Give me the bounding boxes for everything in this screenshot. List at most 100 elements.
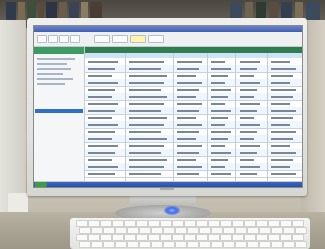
- keyboard-key[interactable]: [172, 234, 184, 241]
- table-cell: [177, 103, 202, 105]
- keyboard-key[interactable]: [259, 241, 271, 248]
- table-row[interactable]: [85, 170, 302, 178]
- keyboard-key[interactable]: [100, 220, 112, 227]
- keyboard-key[interactable]: [103, 241, 115, 248]
- keyboard-key[interactable]: [184, 220, 196, 227]
- keyboard-key[interactable]: [160, 234, 172, 241]
- keyboard-key[interactable]: [280, 220, 292, 227]
- table-cell: [240, 68, 257, 70]
- keyboard-key[interactable]: [208, 220, 220, 227]
- keyboard-key[interactable]: [79, 227, 91, 234]
- keyboard-key[interactable]: [76, 234, 88, 241]
- keyboard-key[interactable]: [244, 234, 256, 241]
- keyboard-key[interactable]: [163, 227, 175, 234]
- keyboard-key[interactable]: [187, 241, 199, 248]
- keyboard-key[interactable]: [136, 220, 148, 227]
- keyboard-key[interactable]: [232, 220, 244, 227]
- keyboard-key[interactable]: [139, 241, 151, 248]
- keyboard-key[interactable]: [235, 241, 247, 248]
- toolbar-button[interactable]: [59, 35, 69, 43]
- keyboard-key[interactable]: [283, 241, 295, 248]
- keyboard-key[interactable]: [211, 227, 223, 234]
- sidebar-item[interactable]: [37, 63, 67, 65]
- keyboard-key[interactable]: [223, 241, 235, 248]
- keyboard-key[interactable]: [112, 234, 124, 241]
- keyboard-key[interactable]: [151, 241, 163, 248]
- sidebar-item-selected[interactable]: [35, 109, 83, 113]
- sidebar-item[interactable]: [37, 58, 75, 60]
- keyboard-key[interactable]: [247, 227, 259, 234]
- keyboard-key[interactable]: [283, 227, 295, 234]
- keyboard-key[interactable]: [115, 227, 127, 234]
- table-cell: [177, 166, 202, 168]
- keyboard-key[interactable]: [295, 241, 307, 248]
- keyboard-key[interactable]: [256, 234, 268, 241]
- toolbar-button[interactable]: [130, 35, 146, 43]
- keyboard-key[interactable]: [76, 220, 88, 227]
- keyboard-key[interactable]: [127, 241, 139, 248]
- keyboard-key[interactable]: [196, 220, 208, 227]
- toolbar-button[interactable]: [70, 35, 80, 43]
- keyboard-key[interactable]: [235, 227, 247, 234]
- keyboard-key[interactable]: [268, 234, 280, 241]
- toolbar-button[interactable]: [112, 35, 128, 43]
- keyboard-key[interactable]: [199, 241, 211, 248]
- keyboard-key[interactable]: [292, 234, 304, 241]
- keyboard-key[interactable]: [175, 227, 187, 234]
- toolbar-button[interactable]: [48, 35, 58, 43]
- keyboard-key[interactable]: [115, 241, 127, 248]
- keyboard-key[interactable]: [196, 234, 208, 241]
- keyboard-key[interactable]: [148, 220, 160, 227]
- keyboard-key[interactable]: [280, 234, 292, 241]
- power-led-icon: [164, 206, 180, 215]
- keyboard-key[interactable]: [127, 227, 139, 234]
- keyboard-key[interactable]: [220, 234, 232, 241]
- toolbar-button[interactable]: [94, 35, 110, 43]
- keyboard-key[interactable]: [187, 227, 199, 234]
- table-cell: [177, 145, 202, 147]
- keyboard-key[interactable]: [295, 227, 307, 234]
- keyboard-key[interactable]: [79, 241, 91, 248]
- keyboard-key[interactable]: [268, 220, 280, 227]
- keyboard-key[interactable]: [124, 234, 136, 241]
- keyboard-key[interactable]: [184, 234, 196, 241]
- keyboard-key[interactable]: [208, 234, 220, 241]
- table-cell: [271, 110, 296, 112]
- keyboard-key[interactable]: [91, 227, 103, 234]
- sidebar-item[interactable]: [37, 68, 71, 70]
- keyboard-key[interactable]: [112, 220, 124, 227]
- keyboard-key[interactable]: [292, 220, 304, 227]
- keyboard-key[interactable]: [271, 227, 283, 234]
- keyboard-key[interactable]: [175, 241, 187, 248]
- keyboard-key[interactable]: [124, 220, 136, 227]
- keyboard-key[interactable]: [247, 241, 259, 248]
- table-cell: [129, 173, 161, 175]
- sidebar-item[interactable]: [37, 83, 65, 85]
- keyboard-key[interactable]: [223, 227, 235, 234]
- keyboard-key[interactable]: [88, 234, 100, 241]
- keyboard-key[interactable]: [136, 234, 148, 241]
- start-button-icon[interactable]: [35, 182, 47, 187]
- keyboard-key[interactable]: [271, 241, 283, 248]
- keyboard-key[interactable]: [172, 220, 184, 227]
- keyboard-key[interactable]: [88, 220, 100, 227]
- keyboard-key[interactable]: [103, 227, 115, 234]
- keyboard-key[interactable]: [139, 227, 151, 234]
- keyboard-key[interactable]: [151, 227, 163, 234]
- toolbar-button[interactable]: [37, 35, 47, 43]
- keyboard-key[interactable]: [160, 220, 172, 227]
- keyboard-key[interactable]: [100, 234, 112, 241]
- keyboard-key[interactable]: [256, 220, 268, 227]
- keyboard-key[interactable]: [91, 241, 103, 248]
- keyboard-key[interactable]: [232, 234, 244, 241]
- toolbar-button[interactable]: [148, 35, 164, 43]
- keyboard-key[interactable]: [259, 227, 271, 234]
- keyboard-key[interactable]: [244, 220, 256, 227]
- sidebar-item[interactable]: [37, 78, 73, 80]
- keyboard-key[interactable]: [220, 220, 232, 227]
- keyboard-key[interactable]: [211, 241, 223, 248]
- keyboard-key[interactable]: [148, 234, 160, 241]
- keyboard-key[interactable]: [199, 227, 211, 234]
- keyboard-key[interactable]: [163, 241, 175, 248]
- sidebar-item[interactable]: [37, 73, 63, 75]
